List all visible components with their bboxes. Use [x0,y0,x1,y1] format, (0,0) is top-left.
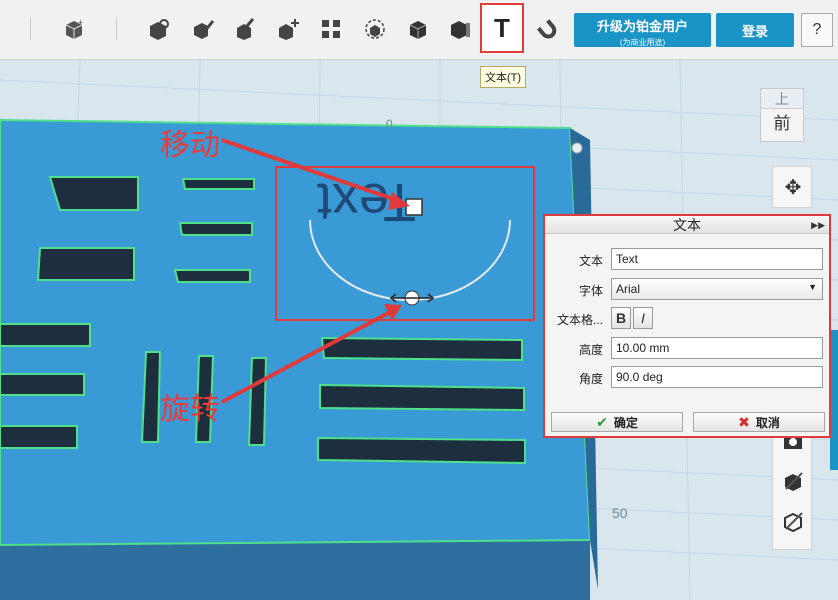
slot [173,269,251,283]
help-button[interactable]: ? [801,13,833,47]
pattern-icon[interactable] [314,12,348,46]
material-cube-icon[interactable] [443,12,477,46]
text-properties-dialog: 文本 ▶▶ 文本 Text 字体 Arial ▼ 文本格... B I 高度 1… [543,214,831,438]
hide-object-icon[interactable] [773,461,813,501]
confirm-button[interactable]: ✔ 确定 [551,412,683,432]
dialog-title-bar: 文本 ▶▶ [545,216,829,234]
slot [247,357,268,446]
height-row: 高度 10.00 mm [545,337,829,361]
pan-icon[interactable]: ✥ [773,167,813,207]
text-label: 文本 [578,254,603,268]
angle-label: 角度 [578,372,603,386]
italic-button[interactable]: I [633,307,653,329]
angle-row: 角度 90.0 deg [545,366,829,390]
side-panel-toggle[interactable] [830,330,838,470]
slot [181,178,255,190]
text-tool-icon: T [494,12,510,43]
confirm-label: 确定 [613,415,638,430]
cube-group-icon[interactable] [142,12,176,46]
toolbar-divider [116,18,117,40]
font-select-value: Arial [616,282,641,296]
height-input[interactable]: 10.00 mm [611,337,823,359]
slot [317,436,526,465]
style-label: 文本格... [556,313,603,327]
text-tool-tooltip: 文本(T) [480,66,527,88]
text-input[interactable]: Text [611,248,823,270]
ruler-label-bottom: 50 [612,505,628,521]
slot [140,351,162,443]
cancel-label: 取消 [755,415,780,430]
move-handle [405,198,423,216]
view-cube[interactable]: 上 前 [760,88,804,142]
height-label: 高度 [578,343,603,357]
rotate-annotation: 旋转 [160,392,220,427]
cancel-button[interactable]: ✖ 取消 [693,412,825,432]
bold-button[interactable]: B [611,307,631,329]
move-cube-icon[interactable] [271,12,305,46]
slot [319,383,525,412]
plate-front-face [0,540,590,600]
close-icon: ✖ [738,413,750,430]
text-tool-button[interactable]: T [480,3,524,53]
tools-panel [772,420,812,550]
snap-cube-icon[interactable] [358,12,392,46]
slot [48,176,139,211]
font-select[interactable]: Arial ▼ [611,278,823,300]
slot [36,247,135,281]
move-annotation: 移动 [160,128,220,163]
angle-input[interactable]: 90.0 deg [611,366,823,388]
add-cube-icon[interactable]: + [57,12,91,46]
ruler-label-top: 0 [386,117,393,131]
view-cube-top[interactable]: 上 [761,89,803,109]
style-row: 文本格... B I [545,307,829,331]
dialog-title: 文本 [673,217,701,233]
login-button[interactable]: 登录 [716,13,794,47]
slot [178,222,253,236]
paint-brush-icon[interactable] [228,12,262,46]
draw-pencil-icon[interactable] [186,12,220,46]
solid-cube-icon[interactable] [401,12,435,46]
upgrade-button[interactable]: 升级为铂金用户 (为商业用途) [574,13,711,47]
main-toolbar: + T 升级为铂金用户 (为商业用途) 登录 ? [0,0,838,60]
show-all-icon[interactable] [773,501,813,541]
upgrade-label: 升级为铂金用户 [596,19,688,34]
slot [0,323,91,347]
slot [0,425,78,449]
upgrade-sublabel: (为商业用途) [619,38,666,47]
toolbar-divider [30,18,31,40]
navigation-panel: ✥ [772,166,812,208]
text-row: 文本 Text [545,248,829,272]
view-cube-front[interactable]: 前 [761,109,803,134]
font-label: 字体 [578,284,603,298]
dropdown-arrow-icon: ▼ [808,282,817,292]
slot [320,336,523,362]
font-row: 字体 Arial ▼ [545,278,829,302]
magnet-icon[interactable] [530,12,564,46]
svg-text:+: + [78,18,83,27]
collapse-icon[interactable]: ▶▶ [811,216,825,234]
checkmark-icon: ✔ [596,413,608,430]
slot [0,373,85,396]
